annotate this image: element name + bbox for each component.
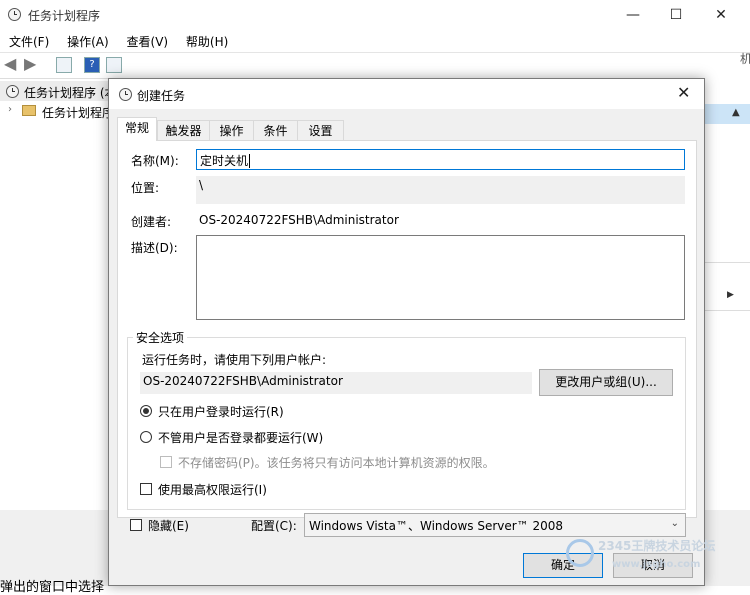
security-options-title: 安全选项 bbox=[133, 329, 188, 346]
name-input-value: 定时关机 bbox=[200, 154, 249, 168]
description-textarea[interactable] bbox=[196, 235, 685, 320]
toolbar: ◀ ▶ ? bbox=[0, 52, 750, 77]
create-task-dialog: 创建任务 ✕ 常规 触发器 操作 条件 设置 名称(M): 定时关机 位置: \… bbox=[108, 78, 705, 586]
submenu-arrow-icon[interactable]: ▶ bbox=[727, 290, 734, 300]
radio-run-logged-on-label[interactable]: 只在用户登录时运行(R) bbox=[158, 403, 284, 420]
no-store-password-checkbox[interactable] bbox=[160, 456, 172, 468]
forward-arrow-icon[interactable]: ▶ bbox=[24, 54, 36, 73]
tab-settings[interactable]: 设置 bbox=[297, 120, 344, 140]
change-user-button[interactable]: 更改用户或组(U)... bbox=[539, 369, 673, 396]
dialog-close-icon[interactable]: ✕ bbox=[677, 83, 690, 102]
watermark-line1: 2345王牌技术员论坛 bbox=[598, 539, 716, 553]
author-label: 创建者: bbox=[131, 215, 172, 229]
right-edge-text: 机 bbox=[740, 52, 750, 66]
hidden-label[interactable]: 隐藏(E) bbox=[148, 517, 189, 534]
highest-privileges-checkbox[interactable] bbox=[140, 483, 152, 495]
watermark: 2345王牌技术员论坛 www.jsgho.com bbox=[566, 537, 746, 581]
help-icon[interactable]: ? bbox=[84, 57, 100, 73]
run-as-prompt: 运行任务时，请使用下列用户帐户: bbox=[142, 353, 327, 367]
minimize-button[interactable]: — bbox=[610, 0, 656, 30]
menu-view[interactable]: 查看(V) bbox=[127, 35, 169, 49]
back-arrow-icon[interactable]: ◀ bbox=[4, 54, 16, 73]
close-window-button[interactable]: ✕ bbox=[698, 0, 744, 30]
general-tab-panel: 名称(M): 定时关机 位置: \ 创建者: OS-20240722FSHB\A… bbox=[117, 140, 697, 518]
actions-pane-header: ▲ bbox=[704, 104, 750, 124]
location-label: 位置: bbox=[131, 181, 160, 195]
main-window-title: 任务计划程序 bbox=[28, 9, 101, 23]
menu-file[interactable]: 文件(F) bbox=[9, 35, 49, 49]
tree-root-label: 任务计划程序 (本 bbox=[24, 86, 117, 100]
radio-run-logged-on[interactable] bbox=[140, 405, 152, 417]
location-text: \ bbox=[199, 178, 204, 192]
actions-divider bbox=[705, 310, 750, 311]
folder-icon bbox=[22, 105, 36, 116]
run-as-account: OS-20240722FSHB\Administrator bbox=[140, 372, 532, 394]
watermark-logo-icon bbox=[566, 539, 594, 567]
menu-action[interactable]: 操作(A) bbox=[67, 35, 109, 49]
location-value: \ bbox=[196, 176, 685, 204]
name-label: 名称(M): bbox=[131, 154, 179, 168]
navigation-tree: 任务计划程序 (本 › 任务计划程序库 bbox=[0, 78, 126, 511]
tab-triggers[interactable]: 触发器 bbox=[157, 120, 210, 140]
tab-general[interactable]: 常规 bbox=[117, 117, 157, 141]
radio-run-whether-label[interactable]: 不管用户是否登录都要运行(W) bbox=[158, 429, 323, 446]
tab-actions[interactable]: 操作 bbox=[209, 120, 254, 140]
tree-item-root[interactable]: 任务计划程序 (本 bbox=[0, 81, 117, 101]
author-value: OS-20240722FSHB\Administrator bbox=[199, 213, 399, 227]
configure-select-value: Windows Vista™、Windows Server™ 2008 bbox=[309, 519, 564, 533]
radio-run-whether[interactable] bbox=[140, 431, 152, 443]
maximize-button[interactable]: ☐ bbox=[653, 0, 699, 30]
actions-divider bbox=[705, 262, 750, 263]
show-tree-icon[interactable] bbox=[56, 57, 72, 73]
tab-conditions[interactable]: 条件 bbox=[253, 120, 298, 140]
main-title-bar: 任务计划程序 — ☐ ✕ bbox=[0, 0, 750, 30]
highest-privileges-label[interactable]: 使用最高权限运行(I) bbox=[158, 481, 267, 498]
menu-bar: 文件(F) 操作(A) 查看(V) 帮助(H) bbox=[9, 33, 242, 50]
chevron-right-icon[interactable]: › bbox=[8, 104, 12, 115]
task-scheduler-icon bbox=[8, 8, 21, 21]
description-label: 描述(D): bbox=[131, 241, 178, 255]
menu-help[interactable]: 帮助(H) bbox=[186, 35, 228, 49]
tree-item-library[interactable]: › 任务计划程序库 bbox=[0, 101, 126, 121]
task-scheduler-icon bbox=[119, 88, 132, 101]
hidden-checkbox[interactable] bbox=[130, 519, 142, 531]
watermark-line2: www.jsgho.com bbox=[612, 559, 701, 570]
name-input[interactable]: 定时关机 bbox=[196, 149, 685, 170]
no-store-password-label: 不存储密码(P)。该任务将只有访问本地计算机资源的权限。 bbox=[178, 456, 495, 470]
task-scheduler-icon bbox=[6, 85, 19, 98]
dialog-title: 创建任务 bbox=[137, 89, 186, 103]
collapse-arrow-icon[interactable]: ▲ bbox=[732, 107, 740, 118]
configure-label: 配置(C): bbox=[251, 519, 297, 533]
chevron-down-icon: ⌄ bbox=[670, 518, 679, 529]
configure-select[interactable]: Windows Vista™、Windows Server™ 2008 ⌄ bbox=[304, 513, 686, 537]
run-as-account-text: OS-20240722FSHB\Administrator bbox=[143, 374, 343, 388]
show-action-pane-icon[interactable] bbox=[106, 57, 122, 73]
dialog-title-bar: 创建任务 ✕ bbox=[109, 79, 704, 109]
